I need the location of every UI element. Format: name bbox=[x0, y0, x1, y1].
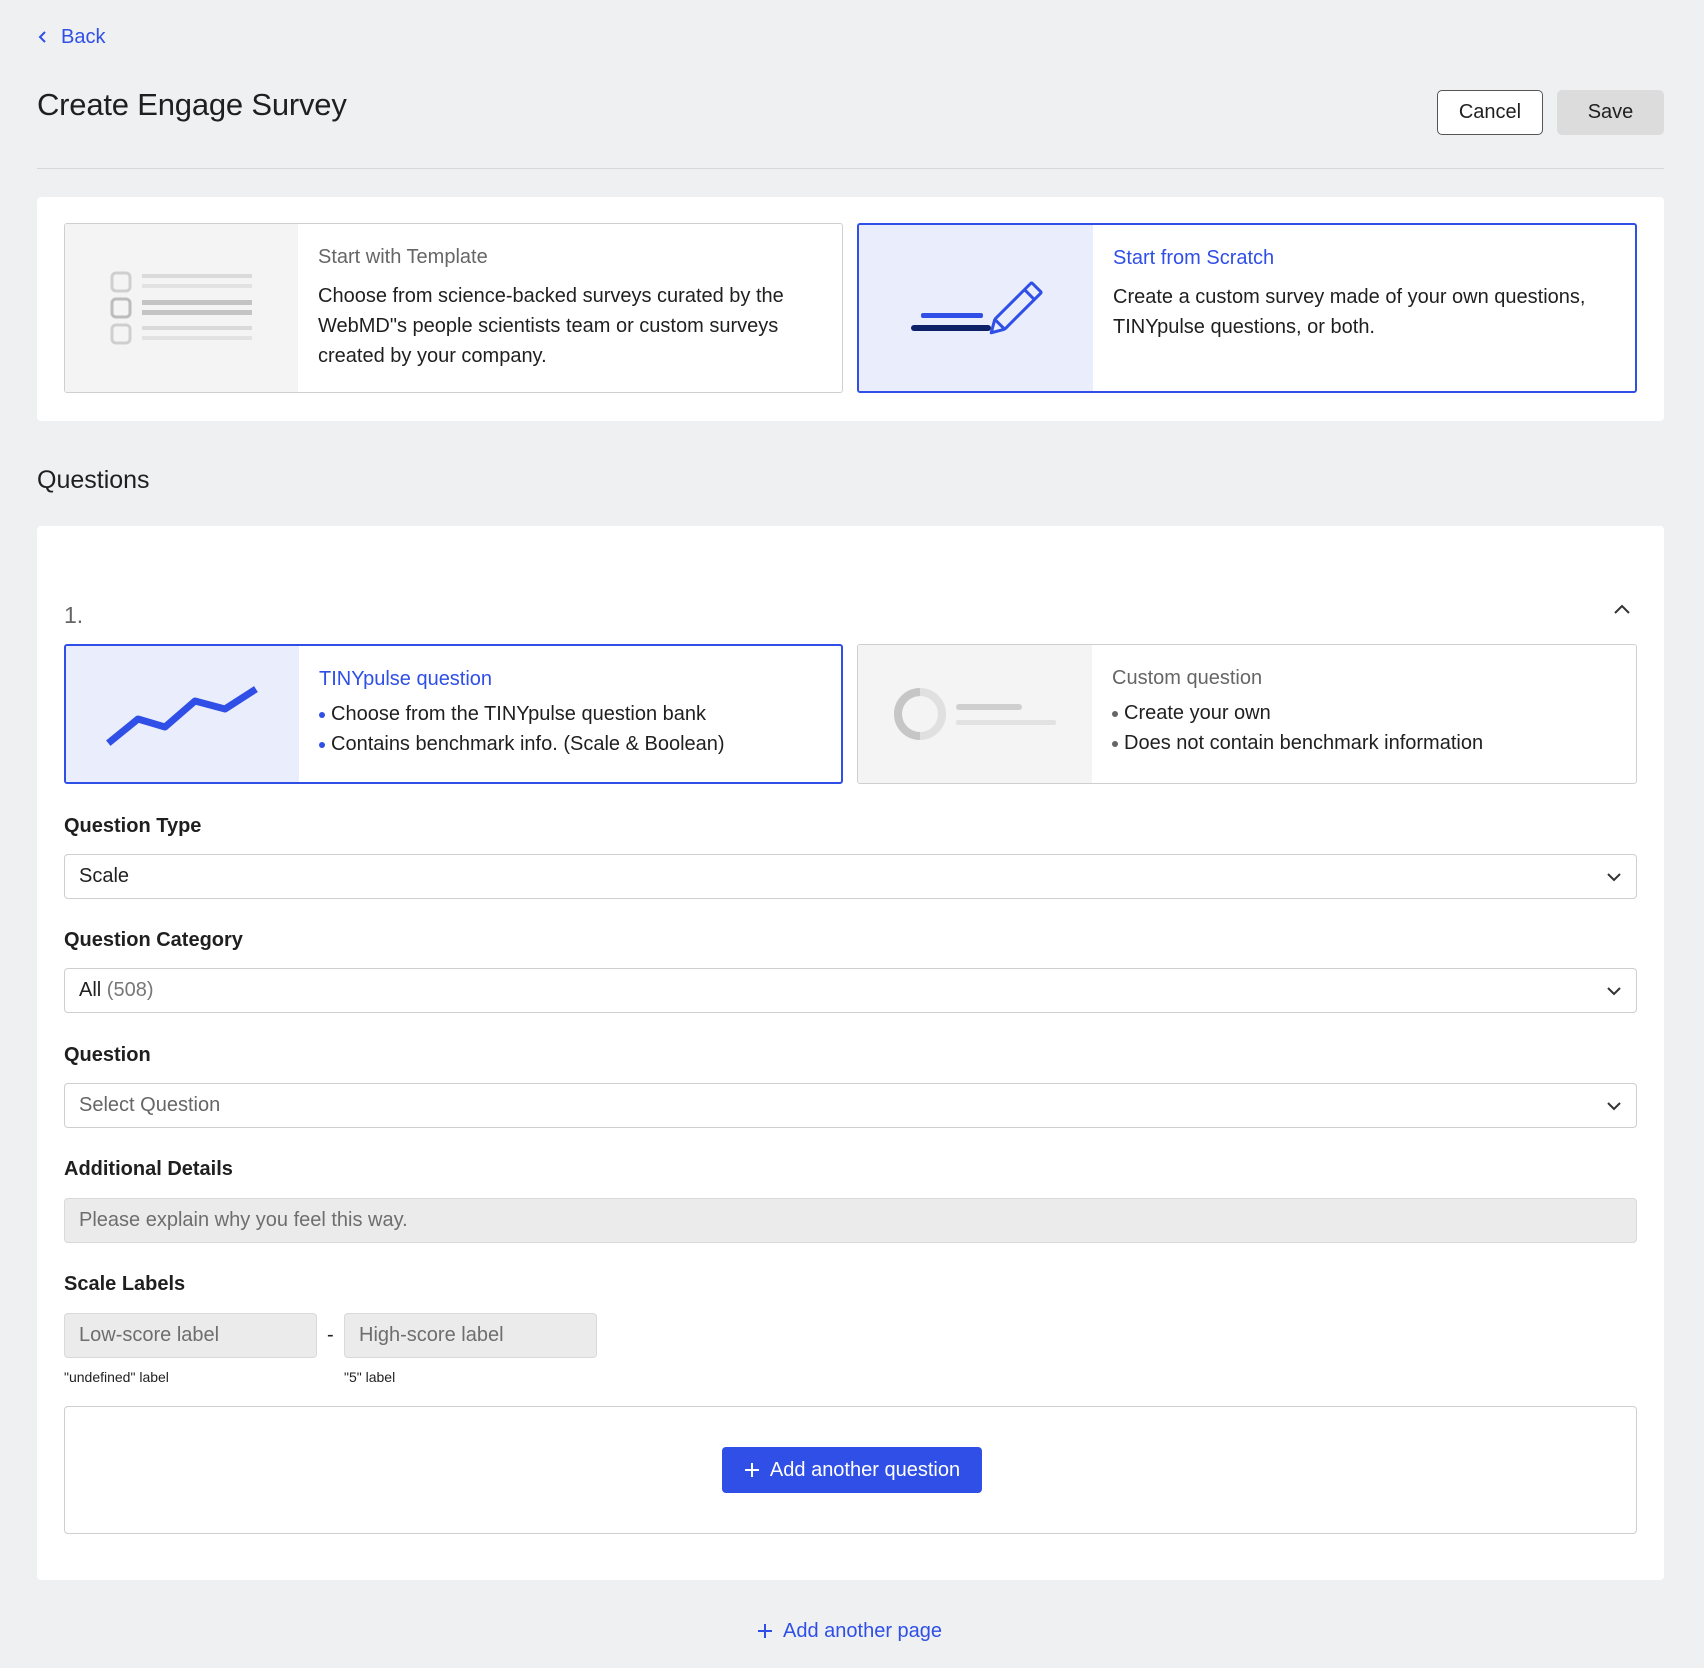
question-type-label: Question Type bbox=[64, 815, 202, 837]
start-options-panel: Start with Template Choose from science-… bbox=[37, 197, 1664, 421]
cancel-button[interactable]: Cancel bbox=[1437, 90, 1543, 135]
plus-icon bbox=[758, 1624, 772, 1638]
high-score-label-input[interactable] bbox=[344, 1313, 597, 1358]
question-category-count: (508) bbox=[106, 979, 154, 1001]
tinypulse-card-title: TINYpulse question bbox=[319, 668, 493, 690]
custom-bullet: Does not contain benchmark information bbox=[1112, 728, 1483, 758]
chevron-up-icon[interactable] bbox=[1612, 602, 1632, 616]
tinypulse-question-card[interactable]: TINYpulse question Choose from the TINYp… bbox=[64, 644, 843, 784]
page-title: Create Engage Survey bbox=[37, 87, 347, 122]
questions-panel: 1. TINYpulse question Choose from the TI… bbox=[37, 526, 1664, 1580]
low-score-hint: "undefined" label bbox=[64, 1369, 169, 1385]
chevron-down-icon bbox=[1607, 986, 1621, 995]
question-category-value: All bbox=[79, 979, 102, 1001]
back-label: Back bbox=[61, 25, 106, 48]
template-card-description: Choose from science-backed surveys curat… bbox=[318, 285, 784, 367]
chevron-left-icon bbox=[38, 31, 46, 43]
add-page-label: Add another page bbox=[783, 1619, 943, 1642]
template-card-title: Start with Template bbox=[318, 246, 488, 268]
start-with-template-card[interactable]: Start with Template Choose from science-… bbox=[64, 223, 843, 393]
pencil-icon bbox=[911, 281, 1043, 335]
question-label: Question bbox=[64, 1044, 151, 1066]
trend-line-icon bbox=[105, 686, 258, 746]
scale-labels-label: Scale Labels bbox=[64, 1273, 186, 1295]
add-another-question-button[interactable]: Add another question bbox=[722, 1447, 982, 1493]
tinypulse-illustration bbox=[66, 646, 299, 782]
tinypulse-bullet: Choose from the TINYpulse question bank bbox=[319, 699, 725, 729]
add-another-page-link[interactable]: Add another page bbox=[757, 1616, 942, 1646]
question-category-label: Question Category bbox=[64, 929, 243, 951]
add-question-area: Add another question bbox=[64, 1406, 1637, 1534]
tinypulse-bullet: Contains benchmark info. (Scale & Boolea… bbox=[319, 729, 725, 759]
high-score-hint: "5" label bbox=[344, 1369, 396, 1385]
page: Back Create Engage Survey Cancel Save St… bbox=[0, 0, 1704, 1668]
scale-separator: - bbox=[327, 1324, 334, 1346]
template-illustration bbox=[65, 224, 298, 392]
custom-question-card[interactable]: Custom question Create your own Does not… bbox=[857, 644, 1637, 784]
custom-bullet: Create your own bbox=[1112, 698, 1483, 728]
question-number: 1. bbox=[64, 602, 84, 628]
chevron-down-icon bbox=[1607, 872, 1621, 881]
custom-question-icon bbox=[894, 688, 1056, 740]
additional-details-label: Additional Details bbox=[64, 1158, 233, 1180]
question-type-select[interactable]: Scale bbox=[64, 854, 1637, 899]
scratch-card-description: Create a custom survey made of your own … bbox=[1113, 286, 1586, 338]
start-from-scratch-card[interactable]: Start from Scratch Create a custom surve… bbox=[857, 223, 1637, 393]
questions-heading: Questions bbox=[37, 466, 150, 494]
back-link[interactable]: Back bbox=[37, 22, 105, 52]
scratch-illustration bbox=[859, 225, 1093, 391]
custom-card-title: Custom question bbox=[1112, 667, 1263, 689]
low-score-label-input[interactable] bbox=[64, 1313, 317, 1358]
add-question-label: Add another question bbox=[769, 1458, 961, 1481]
plus-icon bbox=[744, 1463, 759, 1477]
header-divider bbox=[37, 168, 1664, 169]
additional-details-input[interactable] bbox=[64, 1198, 1637, 1243]
custom-illustration bbox=[858, 645, 1092, 783]
question-select[interactable]: Select Question bbox=[64, 1083, 1637, 1128]
question-type-value: Scale bbox=[79, 865, 130, 887]
save-button[interactable]: Save bbox=[1557, 90, 1664, 135]
question-category-select[interactable]: All (508) bbox=[64, 968, 1637, 1013]
chevron-down-icon bbox=[1607, 1101, 1621, 1110]
scratch-card-title: Start from Scratch bbox=[1113, 247, 1275, 269]
checklist-icon bbox=[110, 271, 252, 345]
question-placeholder: Select Question bbox=[79, 1094, 221, 1116]
